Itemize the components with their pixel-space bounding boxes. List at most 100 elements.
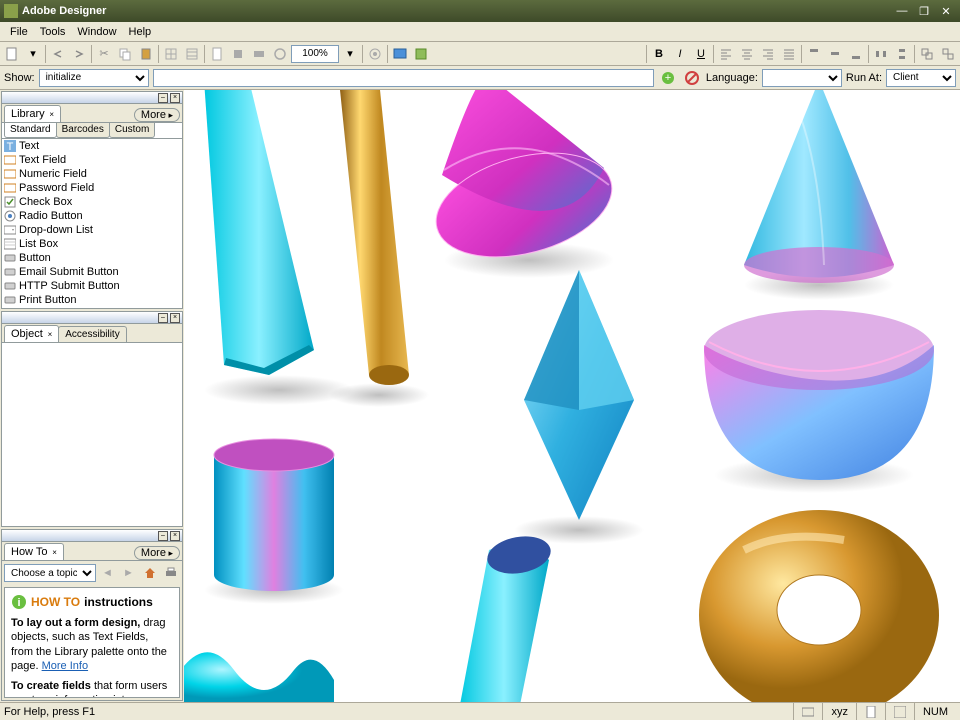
subtab-custom[interactable]: Custom [109,123,155,138]
grid-button[interactable] [161,44,181,64]
list-item: Check Box [2,195,182,209]
export-button[interactable] [411,44,431,64]
menu-help[interactable]: Help [123,24,158,40]
script-field[interactable] [153,69,654,87]
dropdown-icon [4,224,16,236]
accessibility-tab[interactable]: Accessibility [58,326,126,342]
dropdown-icon[interactable]: ▾ [23,44,43,64]
stop-script-button[interactable] [682,68,702,88]
tab-close-icon[interactable]: × [48,330,53,339]
cyan-cone-shape [744,90,894,283]
list-item: Drop-down List [2,223,182,237]
button-icon [4,252,16,264]
print-button-icon [4,294,16,306]
undo-button[interactable] [48,44,68,64]
language-select[interactable] [762,69,842,87]
statusbar: For Help, press F1 xyz NUM [0,702,960,720]
rect-button[interactable] [249,44,269,64]
menu-file[interactable]: File [4,24,34,40]
minimize-button[interactable]: — [892,3,912,19]
bowl-shape [704,310,934,480]
dist-v-button[interactable] [892,44,912,64]
menu-tools[interactable]: Tools [34,24,72,40]
library-panel-controls: – × [2,92,182,104]
italic-button[interactable]: I [670,44,690,64]
tab-close-icon[interactable]: × [52,548,57,557]
tab-close-icon[interactable]: × [49,110,54,119]
cylinder-shape [214,439,334,591]
runat-label: Run At: [846,72,882,84]
align-justify-button[interactable] [779,44,799,64]
panel-close-icon[interactable]: × [170,531,180,541]
circle-button[interactable] [270,44,290,64]
cut-button[interactable]: ✂ [94,44,114,64]
target-button[interactable] [365,44,385,64]
panel-min-icon[interactable]: – [158,313,168,323]
preview-button[interactable] [390,44,410,64]
page-button[interactable] [207,44,227,64]
print-button[interactable] [161,563,180,583]
zoom-field[interactable] [291,45,339,63]
align-center-button[interactable] [737,44,757,64]
zoom-dropdown[interactable]: ▾ [340,44,360,64]
library-tab[interactable]: Library × [4,105,61,122]
restore-button[interactable]: ❐ [914,3,934,19]
list-item: Email Submit Button [2,265,182,279]
fwd-button[interactable]: ► [119,563,138,583]
valign-mid-button[interactable] [825,44,845,64]
panel-min-icon[interactable]: – [158,531,168,541]
howto-p2: To create fields that form users can typ… [11,679,173,698]
main-area: – × Library × More ▸ Standard Barcodes C… [0,90,960,702]
add-script-button[interactable]: + [658,68,678,88]
show-select[interactable]: initialize [39,69,149,87]
home-button[interactable] [140,563,159,583]
back-button[interactable]: ◄ [98,563,117,583]
close-button[interactable]: ✕ [936,3,956,19]
align-right-button[interactable] [758,44,778,64]
bold-button[interactable]: B [649,44,669,64]
radio-icon [4,210,16,222]
paste-button[interactable] [136,44,156,64]
group-button[interactable] [917,44,937,64]
subtab-barcodes[interactable]: Barcodes [56,123,110,138]
object-body [2,342,182,526]
runat-select[interactable]: Client [886,69,956,87]
dist-h-button[interactable] [871,44,891,64]
menu-window[interactable]: Window [71,24,122,40]
subtab-standard[interactable]: Standard [4,123,57,138]
blue-tube-shape [459,532,554,702]
status-help: For Help, press F1 [4,706,95,718]
library-list[interactable]: TText Text Field Numeric Field Password … [2,138,182,308]
howto-more-button[interactable]: More ▸ [134,546,180,560]
howto-body: iHOW TO instructions To lay out a form d… [4,587,180,698]
panel-close-icon[interactable]: × [170,93,180,103]
copy-button[interactable] [115,44,135,64]
ungroup-button[interactable] [938,44,958,64]
email-button-icon [4,266,16,278]
topic-select[interactable]: Choose a topic... [4,564,96,582]
howto-tab[interactable]: How To × [4,543,64,560]
panel-close-icon[interactable]: × [170,313,180,323]
library-more-button[interactable]: More ▸ [134,108,180,122]
object-tab[interactable]: Object × [4,325,59,342]
stop-button[interactable] [228,44,248,64]
valign-bot-button[interactable] [846,44,866,64]
align-left-button[interactable] [716,44,736,64]
canvas[interactable]: < [184,90,960,702]
pwdfield-icon [4,182,16,194]
textfield-icon [4,154,16,166]
panel-min-icon[interactable]: – [158,93,168,103]
list-item: Button [2,251,182,265]
valign-top-button[interactable] [804,44,824,64]
underline-button[interactable]: U [691,44,711,64]
moreinfo-link[interactable]: More Info [42,660,88,672]
new-button[interactable] [2,44,22,64]
status-page-icon [856,703,885,720]
toolbar-main: ▾ ✂ ▾ B I U [0,42,960,66]
wave-shape [184,652,334,702]
howto-panel-controls: – × [2,530,182,542]
grid2-button[interactable] [182,44,202,64]
redo-button[interactable] [69,44,89,64]
app-title: Adobe Designer [22,5,890,17]
object-panel: – × Object × Accessibility [1,311,183,527]
